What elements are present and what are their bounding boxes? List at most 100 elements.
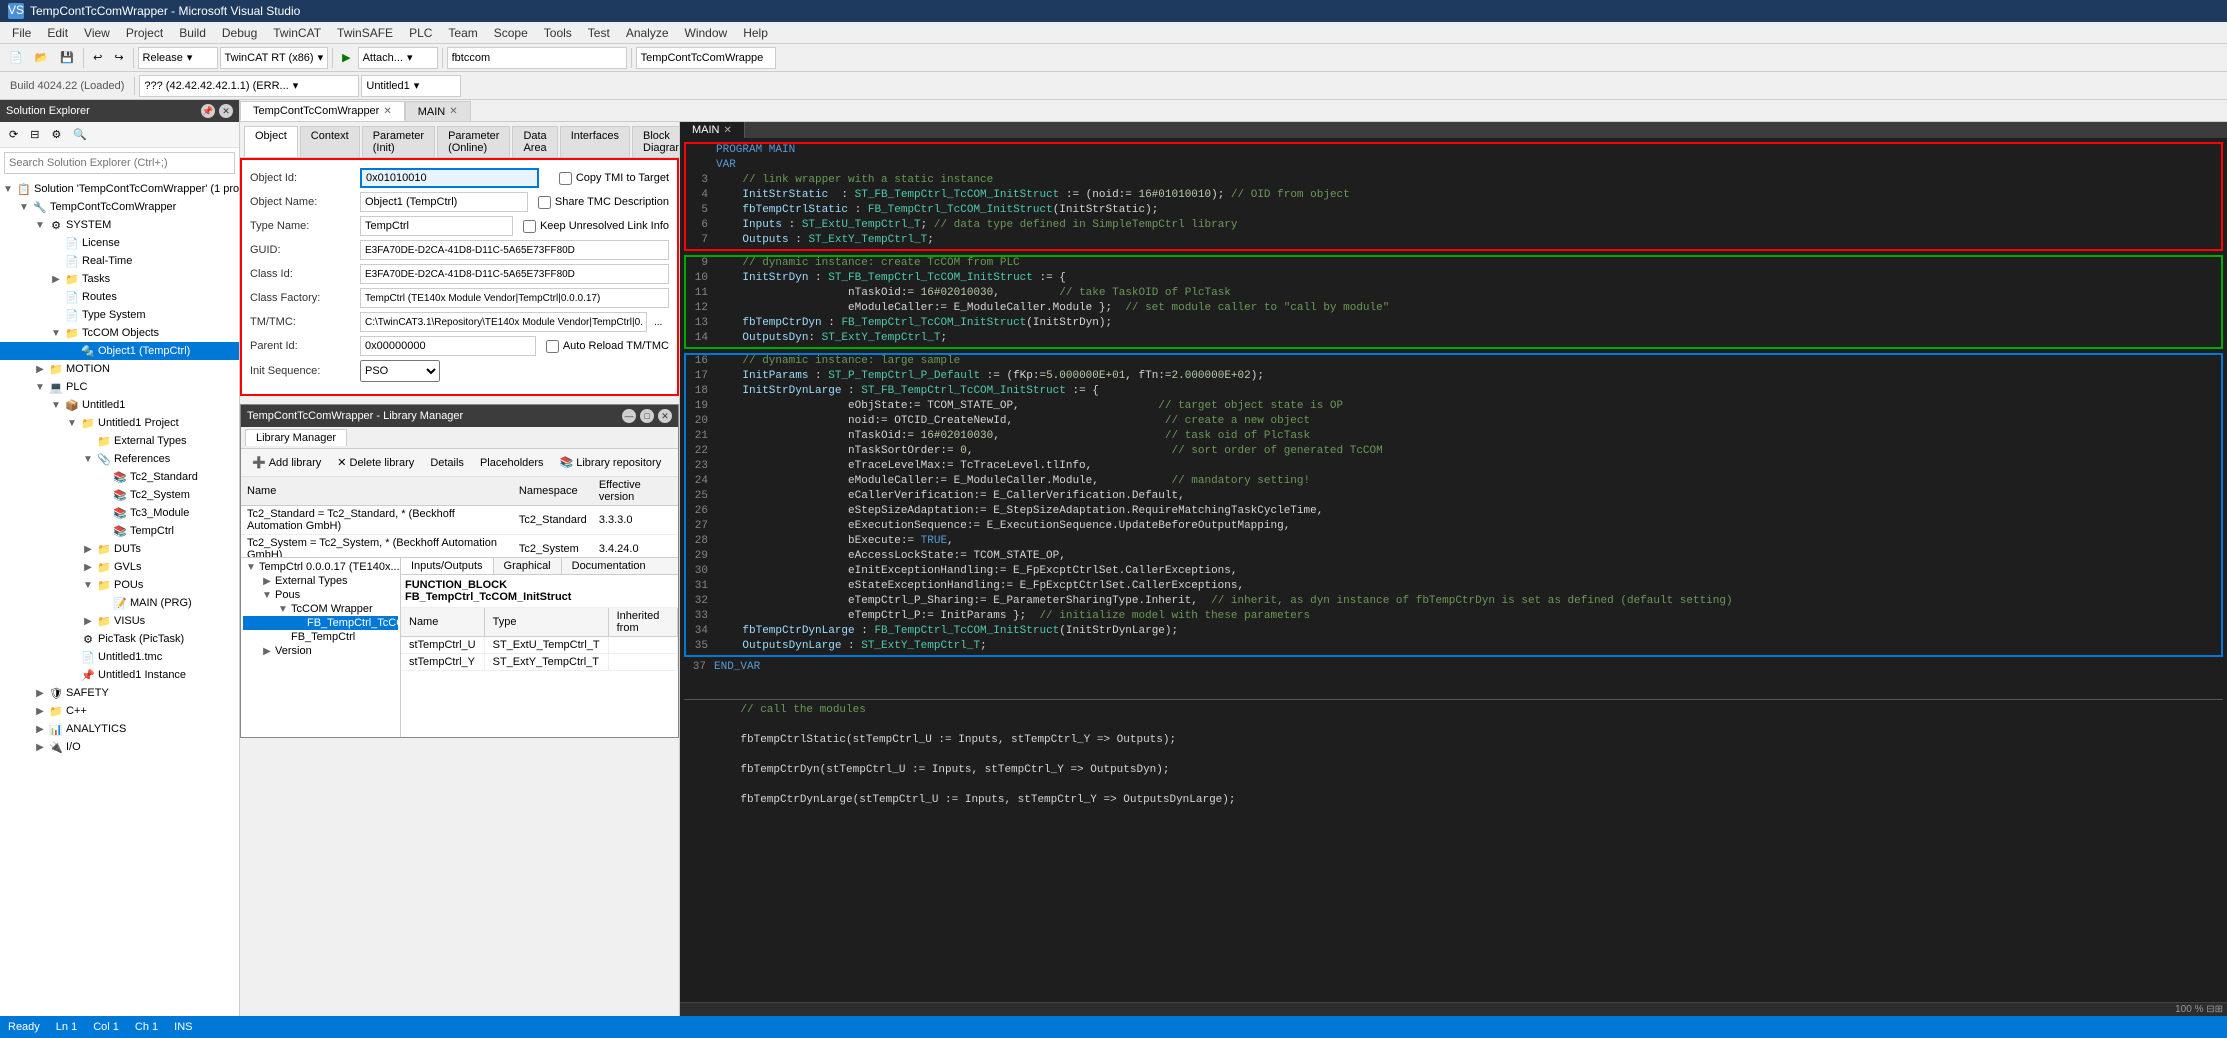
- obj-guid-field[interactable]: [360, 240, 669, 260]
- tree-routes[interactable]: 📄 Routes: [0, 288, 239, 306]
- platform-dropdown[interactable]: TwinCAT RT (x86) ▾: [220, 47, 329, 69]
- placeholders-btn[interactable]: Placeholders: [473, 452, 551, 474]
- menu-plc[interactable]: PLC: [401, 24, 440, 42]
- tree-tempctrl-ref[interactable]: 📚 TempCtrl: [0, 522, 239, 540]
- obj-classfactory-field[interactable]: [360, 288, 669, 308]
- tree-visus[interactable]: ▶ 📁 VISUs: [0, 612, 239, 630]
- tree-untitled1[interactable]: ▼ 📦 Untitled1: [0, 396, 239, 414]
- tab-block-diagram[interactable]: Block Diagram: [632, 126, 680, 157]
- lib-maximize-btn[interactable]: □: [640, 409, 654, 423]
- search-toolbar[interactable]: [447, 47, 627, 69]
- tab-object[interactable]: Object: [244, 126, 298, 157]
- menu-edit[interactable]: Edit: [39, 24, 76, 42]
- tree-tc2std[interactable]: 📚 Tc2_Standard: [0, 468, 239, 486]
- menu-view[interactable]: View: [76, 24, 118, 42]
- auto-reload-checkbox[interactable]: [546, 340, 559, 353]
- menu-analyze[interactable]: Analyze: [618, 24, 677, 42]
- add-library-btn[interactable]: ➕ Add library: [245, 452, 328, 474]
- tree-cpp[interactable]: ▶ 📁 C++: [0, 702, 239, 720]
- lib-tree-version[interactable]: ▶ Version: [243, 644, 398, 658]
- lib-row[interactable]: Tc2_System = Tc2_System, * (Beckhoff Aut…: [241, 535, 678, 558]
- menu-tools[interactable]: Tools: [536, 24, 580, 42]
- toolbar-save[interactable]: 💾: [55, 47, 79, 69]
- tree-external-types[interactable]: 📁 External Types: [0, 432, 239, 450]
- lib-repository-btn[interactable]: 📚 Library repository: [553, 452, 669, 474]
- sol-collapse-btn[interactable]: ⊟: [25, 124, 44, 146]
- tree-tasks[interactable]: ▶ 📁 Tasks: [0, 270, 239, 288]
- tree-tc2sys[interactable]: 📚 Tc2_System: [0, 486, 239, 504]
- details-btn[interactable]: Details: [423, 452, 471, 474]
- obj-tmtmc-field[interactable]: [360, 312, 647, 332]
- code-tab-main[interactable]: MAIN ✕: [680, 122, 745, 138]
- tree-untitled1-project[interactable]: ▼ 📁 Untitled1 Project: [0, 414, 239, 432]
- tree-tccom[interactable]: ▼ 📁 TcCOM Objects: [0, 324, 239, 342]
- tab-param-online[interactable]: Parameter (Online): [437, 126, 510, 157]
- lib-detail-row[interactable]: stTempCtrl_U ST_ExtU_TempCtrl_T: [401, 637, 678, 654]
- menu-debug[interactable]: Debug: [214, 24, 265, 42]
- menu-project[interactable]: Project: [118, 24, 171, 42]
- tree-safety[interactable]: ▶ 🛡 SAFETY: [0, 684, 239, 702]
- tree-license[interactable]: 📄 License: [0, 234, 239, 252]
- tree-duts[interactable]: ▶ 📁 DUTs: [0, 540, 239, 558]
- tree-motion[interactable]: ▶ 📁 MOTION: [0, 360, 239, 378]
- close-panel-button[interactable]: ✕: [219, 104, 233, 118]
- tree-pous[interactable]: ▼ 📁 POUs: [0, 576, 239, 594]
- lib-tree-root[interactable]: ▼ TempCtrl 0.0.0.17 (TE140x...: [243, 560, 398, 574]
- toolbar-redo[interactable]: ↪: [109, 47, 128, 69]
- obj-id-field[interactable]: [360, 168, 539, 188]
- menu-team[interactable]: Team: [440, 24, 485, 42]
- doc-tab-main-close[interactable]: ✕: [449, 106, 457, 117]
- sol-sync-btn[interactable]: ⟳: [4, 124, 23, 146]
- code-editor-content[interactable]: PROGRAM MAIN VAR 3 // link wrapper with …: [680, 138, 2227, 1002]
- lib-tree-ext[interactable]: ▶ External Types: [243, 574, 398, 588]
- code-tab-close[interactable]: ✕: [724, 125, 732, 136]
- menu-test[interactable]: Test: [580, 24, 618, 42]
- lib-close-btn[interactable]: ✕: [658, 409, 672, 423]
- doc-tab-wrapper[interactable]: TempContTcComWrapper ✕: [240, 101, 405, 121]
- tree-plc[interactable]: ▼ 💻 PLC: [0, 378, 239, 396]
- tree-main-prg[interactable]: 📝 MAIN (PRG): [0, 594, 239, 612]
- tree-tc3mod[interactable]: 📚 Tc3_Module: [0, 504, 239, 522]
- pin-button[interactable]: 📌: [201, 104, 215, 118]
- delete-library-btn[interactable]: ✕ Delete library: [330, 452, 421, 474]
- lib-minimize-btn[interactable]: —: [622, 409, 636, 423]
- instance-dropdown[interactable]: Untitled1 ▾: [361, 75, 461, 97]
- config-dropdown[interactable]: Release ▾: [138, 47, 218, 69]
- lib-detail-row[interactable]: stTempCtrl_Y ST_ExtY_TempCtrl_T: [401, 654, 678, 671]
- tree-tmc-file[interactable]: 📄 Untitled1.tmc: [0, 648, 239, 666]
- lib-row[interactable]: Tc2_Standard = Tc2_Standard, * (Beckhoff…: [241, 506, 678, 535]
- toolbar-undo[interactable]: ↩: [88, 47, 107, 69]
- lib-tab[interactable]: Library Manager: [245, 429, 347, 446]
- lib-tree-fb-selected[interactable]: FB_TempCtrl_TcCOM...: [243, 616, 398, 630]
- tree-realtime[interactable]: 📄 Real-Time: [0, 252, 239, 270]
- tab-data-area[interactable]: Data Area: [512, 126, 557, 157]
- tree-pictask[interactable]: ⚙ PicTask (PicTask): [0, 630, 239, 648]
- obj-classid-field[interactable]: [360, 264, 669, 284]
- lib-docs-tab[interactable]: Documentation: [562, 558, 656, 574]
- obj-parentid-field[interactable]: [360, 336, 536, 356]
- tree-system[interactable]: ▼ ⚙ SYSTEM: [0, 216, 239, 234]
- share-tmc-checkbox[interactable]: [538, 196, 551, 209]
- tree-solution[interactable]: ▼ 📋 Solution 'TempContTcComWrapper' (1 p…: [0, 180, 239, 198]
- tree-project[interactable]: ▼ 🔧 TempContTcComWrapper: [0, 198, 239, 216]
- toolbar-new[interactable]: 📄: [4, 47, 28, 69]
- tree-untitled1-instance[interactable]: 📌 Untitled1 Instance: [0, 666, 239, 684]
- tab-context[interactable]: Context: [300, 126, 360, 157]
- lib-tree-wrapper[interactable]: ▼ TcCOM Wrapper: [243, 602, 398, 616]
- tree-analytics[interactable]: ▶ 📊 ANALYTICS: [0, 720, 239, 738]
- sol-props-btn[interactable]: ⚙: [46, 124, 66, 146]
- menu-window[interactable]: Window: [677, 24, 736, 42]
- solution-search-input[interactable]: [4, 152, 235, 174]
- obj-type-field[interactable]: [360, 216, 513, 236]
- menu-twincat[interactable]: TwinCAT: [265, 24, 329, 42]
- tab-param-init[interactable]: Parameter (Init): [362, 126, 435, 157]
- menu-build[interactable]: Build: [171, 24, 214, 42]
- lib-tree-fb-tempctrl[interactable]: FB_TempCtrl: [243, 630, 398, 644]
- tab-interfaces[interactable]: Interfaces: [560, 126, 630, 157]
- copy-tmi-checkbox[interactable]: [559, 172, 572, 185]
- attach-dropdown[interactable]: Attach... ▾: [358, 47, 438, 69]
- menu-twinsafe[interactable]: TwinSAFE: [329, 24, 401, 42]
- lib-graphical-tab[interactable]: Graphical: [494, 558, 562, 574]
- doc-tab-main[interactable]: MAIN ✕: [405, 101, 471, 121]
- menu-file[interactable]: File: [4, 24, 39, 42]
